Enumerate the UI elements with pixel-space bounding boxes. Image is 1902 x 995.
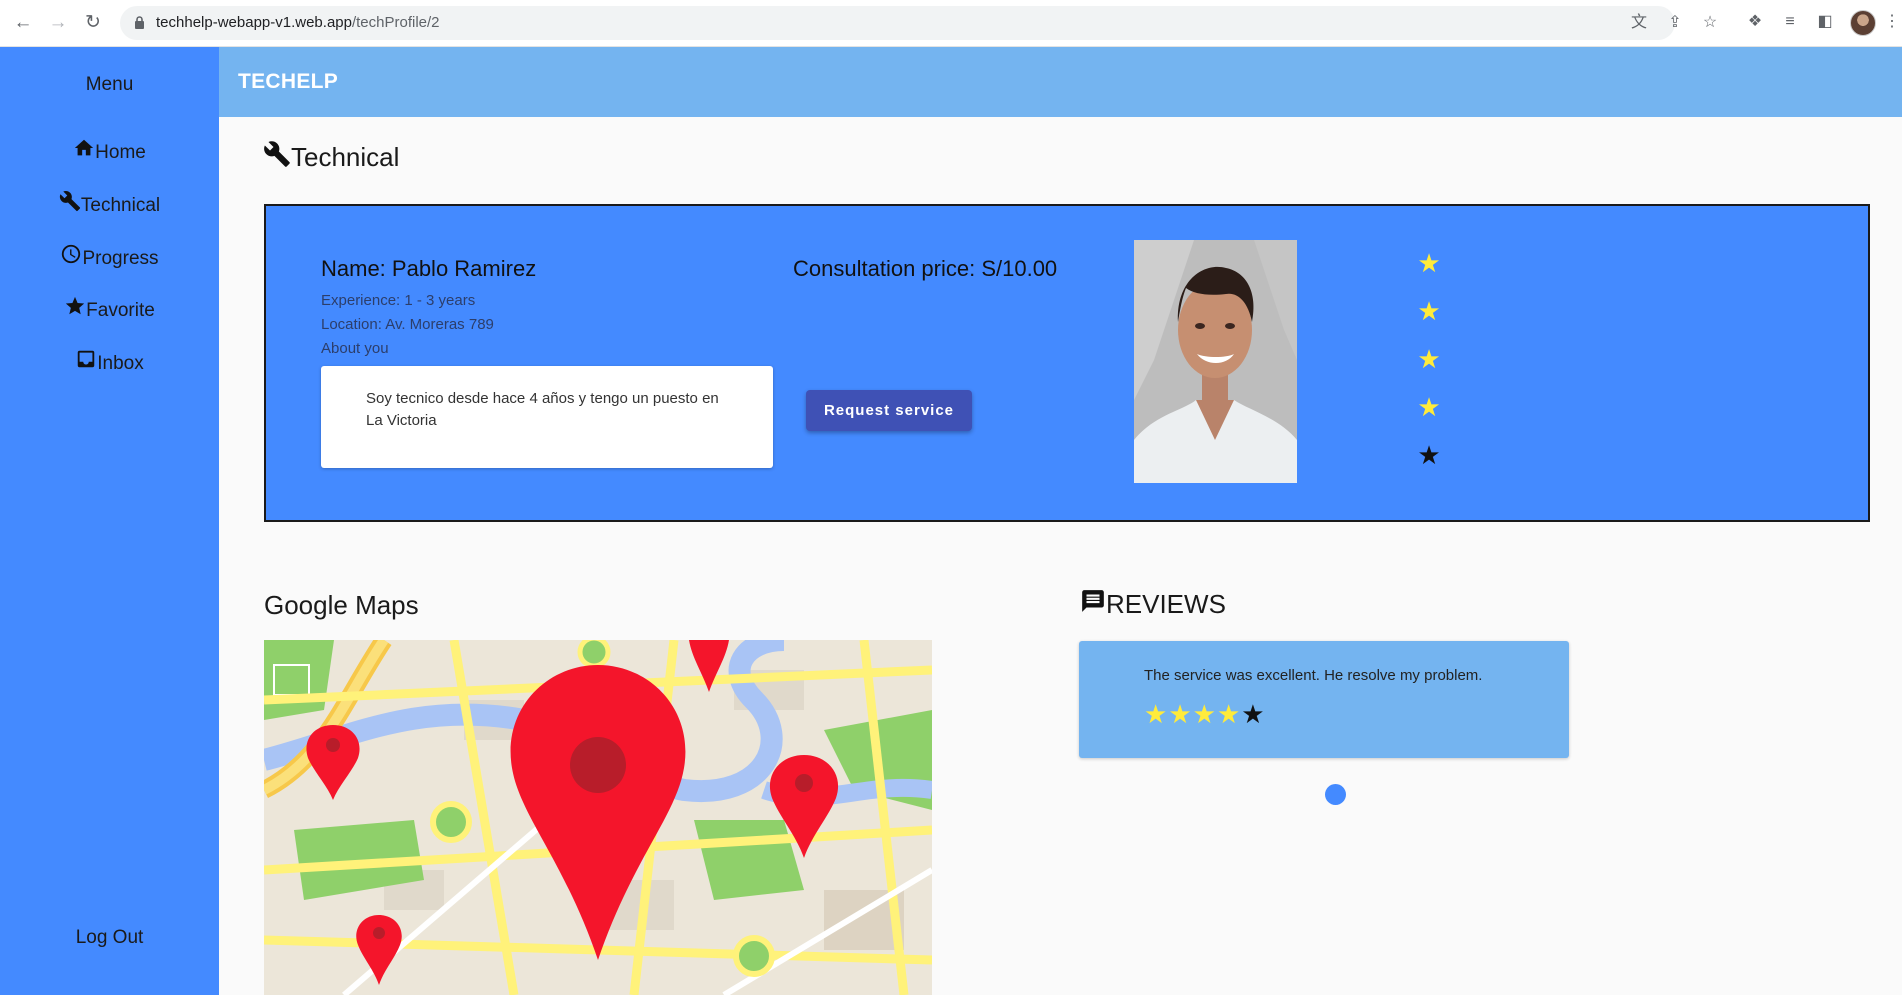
app-topbar: TECHELP bbox=[219, 47, 1902, 117]
profile-avatar[interactable] bbox=[1850, 10, 1876, 36]
about-text: Soy tecnico desde hace 4 años y tengo un… bbox=[366, 390, 719, 429]
reviews-title: REVIEWS bbox=[1080, 588, 1226, 620]
star-filled-icon[interactable]: ★ bbox=[1414, 250, 1444, 298]
star-filled-icon: ★ bbox=[1168, 699, 1193, 729]
sidebar-item-favorite[interactable]: Favorite bbox=[0, 295, 219, 322]
review-card: The service was excellent. He resolve my… bbox=[1079, 641, 1569, 758]
kebab-menu-icon[interactable]: ⋮ bbox=[1884, 11, 1900, 33]
media-control-icon[interactable]: ≡ bbox=[1779, 11, 1801, 33]
sidebar-item-label: Progress bbox=[82, 248, 159, 269]
star-filled-icon[interactable]: ★ bbox=[1414, 346, 1444, 394]
sidebar-item-label: Home bbox=[95, 142, 146, 163]
arrow-right-icon[interactable]: → bbox=[45, 10, 71, 36]
rating-stars: ★ ★ ★ ★ ★ bbox=[1414, 250, 1444, 490]
sidebar-item-label: Inbox bbox=[97, 353, 144, 374]
address-bar[interactable]: techhelp-webapp-v1.web.app/techProfile/2… bbox=[120, 6, 1717, 40]
technician-photo bbox=[1134, 240, 1297, 483]
arrow-left-icon[interactable]: ← bbox=[10, 10, 36, 36]
request-service-button[interactable]: Request service bbox=[806, 390, 972, 431]
star-empty-icon[interactable]: ★ bbox=[1414, 442, 1444, 490]
translate-icon[interactable]: 文 bbox=[1630, 14, 1648, 32]
sidebar-item-inbox[interactable]: Inbox bbox=[0, 348, 219, 375]
sidebar-item-technical[interactable]: Technical bbox=[0, 190, 219, 217]
url-text: techhelp-webapp-v1.web.app/techProfile/2 bbox=[156, 14, 440, 31]
star-filled-icon: ★ bbox=[1192, 699, 1217, 729]
star-filled-icon: ★ bbox=[1216, 699, 1242, 729]
page-title-text: Technical bbox=[291, 142, 400, 172]
brand-title[interactable]: TECHELP bbox=[238, 70, 338, 94]
location-text: Location: Av. Moreras 789 bbox=[321, 316, 494, 333]
sidebar: Menu Home Technical Progress Favorite In… bbox=[0, 47, 219, 995]
about-label: About you bbox=[321, 340, 389, 357]
logout-link[interactable]: Log Out bbox=[0, 927, 219, 949]
technician-profile-card: Name: Pablo Ramirez Experience: 1 - 3 ye… bbox=[264, 204, 1870, 522]
technician-name: Name: Pablo Ramirez bbox=[321, 256, 537, 281]
lock-icon bbox=[135, 16, 144, 29]
star-filled-icon[interactable]: ★ bbox=[1414, 394, 1444, 442]
review-text: The service was excellent. He resolve my… bbox=[1144, 667, 1483, 684]
star-filled-icon[interactable]: ★ bbox=[1414, 298, 1444, 346]
wrench-icon bbox=[264, 141, 290, 167]
bookmark-star-icon[interactable]: ☆ bbox=[1701, 14, 1719, 32]
sidebar-item-progress[interactable]: Progress bbox=[0, 243, 219, 270]
clock-icon bbox=[62, 244, 81, 264]
consultation-price: Consultation price: S/10.00 bbox=[793, 256, 1058, 281]
sidebar-item-label: Technical bbox=[80, 195, 161, 216]
star-filled-icon: ★ bbox=[1144, 699, 1169, 729]
comment-icon bbox=[1082, 590, 1104, 612]
home-icon bbox=[74, 139, 94, 156]
reviews-title-text: REVIEWS bbox=[1106, 589, 1226, 619]
review-rating: ★★★★★ bbox=[1144, 699, 1266, 730]
map-image[interactable] bbox=[264, 640, 932, 995]
about-box: Soy tecnico desde hace 4 años y tengo un… bbox=[321, 366, 773, 468]
sidebar-item-label: Favorite bbox=[86, 300, 155, 321]
sidebar-item-home[interactable]: Home bbox=[0, 137, 219, 164]
star-icon bbox=[66, 296, 85, 315]
share-icon[interactable]: ⇪ bbox=[1666, 14, 1684, 32]
carousel-dot[interactable] bbox=[1325, 784, 1346, 805]
experience-text: Experience: 1 - 3 years bbox=[321, 292, 476, 309]
wrench-icon bbox=[59, 191, 80, 212]
side-panel-icon[interactable]: ◧ bbox=[1814, 11, 1836, 33]
menu-title: Menu bbox=[85, 74, 134, 95]
extensions-icon[interactable]: ❖ bbox=[1744, 11, 1766, 33]
reload-icon[interactable]: ↻ bbox=[80, 10, 106, 36]
browser-toolbar: ← → ↻ techhelp-webapp-v1.web.app/techPro… bbox=[0, 0, 1902, 47]
star-empty-icon: ★ bbox=[1241, 699, 1266, 729]
inbox-icon bbox=[78, 350, 95, 368]
page-title: Technical bbox=[263, 140, 399, 173]
maps-title: Google Maps bbox=[264, 590, 419, 620]
